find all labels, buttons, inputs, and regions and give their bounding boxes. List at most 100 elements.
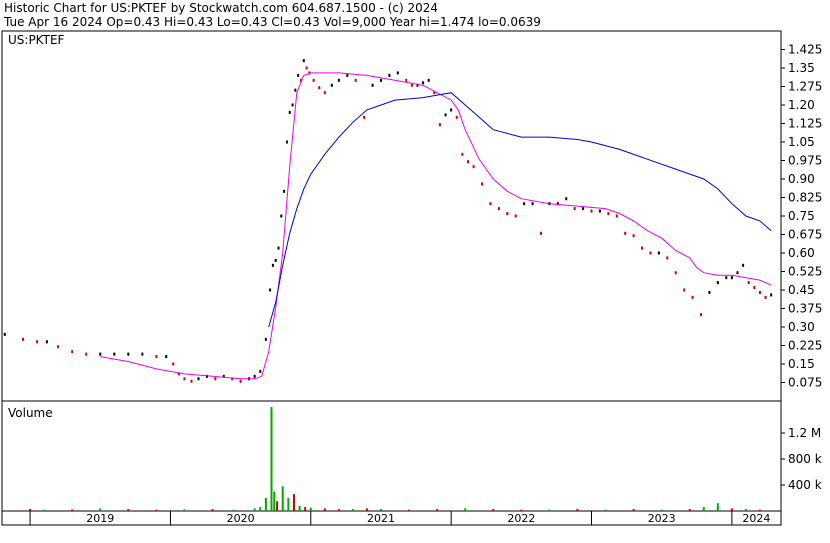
volume-bar — [281, 486, 284, 511]
volume-bar — [365, 508, 368, 511]
price-bar — [736, 271, 739, 275]
price-panel-frame — [1, 30, 782, 402]
price-tick-label: 1.275 — [788, 80, 822, 94]
year-tick-label: 2021 — [367, 512, 395, 525]
price-bar — [514, 214, 517, 218]
price-bar — [363, 115, 366, 119]
price-bar — [141, 352, 144, 356]
year-tick-label: 2023 — [648, 512, 676, 525]
price-bar — [531, 202, 534, 206]
volume-bar — [688, 509, 691, 511]
price-bar — [730, 276, 733, 280]
price-tick-label: 0.075 — [788, 376, 822, 390]
price-tick-label: 0.825 — [788, 191, 822, 205]
price-bar — [277, 246, 280, 250]
volume-tick-label: 1.2 M — [788, 426, 821, 440]
price-bar — [699, 313, 702, 317]
price-bar — [269, 288, 272, 292]
price-bar — [506, 212, 509, 216]
volume-bar — [211, 509, 214, 511]
price-bar — [197, 377, 200, 381]
volume-bar — [632, 509, 635, 511]
price-bar — [22, 337, 25, 341]
volume-axis: 1.2 M 800 k 400 k — [781, 426, 822, 492]
price-bar — [285, 140, 288, 144]
price-bar — [323, 91, 326, 95]
volume-bar — [273, 491, 276, 511]
price-bar — [85, 352, 88, 356]
volume-bar — [99, 508, 102, 511]
price-tick-label: 1.20 — [788, 98, 815, 112]
price-tick-label: 0.90 — [788, 172, 815, 186]
volume-bar — [253, 508, 256, 511]
year-tick-label: 2019 — [86, 512, 114, 525]
price-bar — [716, 281, 719, 285]
price-bar — [657, 251, 660, 255]
volume-bar — [702, 507, 705, 511]
price-bar — [396, 71, 399, 75]
price-bar — [573, 207, 576, 211]
price-bar — [770, 293, 773, 297]
price-tick-label: 1.125 — [788, 117, 822, 131]
price-bar — [683, 288, 686, 292]
volume-bar — [183, 509, 186, 511]
price-bar — [239, 379, 242, 383]
price-bar — [297, 73, 300, 77]
volume-bar — [436, 509, 439, 511]
price-tick-label: 1.35 — [788, 61, 815, 75]
price-bar — [523, 202, 526, 206]
price-bar — [607, 212, 610, 216]
price-bar — [330, 83, 333, 87]
price-bar — [632, 234, 635, 238]
price-axis: 1.425 1.35 1.275 1.20 1.125 1.05 0.975 0.90 0.82… — [781, 43, 822, 390]
year-tick-label: 2024 — [742, 512, 770, 525]
price-bar — [472, 165, 475, 169]
volume-bar — [744, 509, 747, 511]
price-bar — [691, 295, 694, 299]
volume-bar — [758, 509, 761, 511]
volume-bar — [351, 509, 354, 511]
price-bar — [565, 197, 568, 201]
price-tick-label: 0.15 — [788, 357, 815, 371]
price-tick-label: 0.225 — [788, 339, 822, 353]
volume-bar — [232, 509, 235, 511]
price-marks — [3, 59, 773, 383]
price-tick-label: 0.675 — [788, 228, 822, 242]
chart-svg: US:PKTEF Volume 1.4251.351.2751.201.1251… — [1, 30, 822, 526]
price-bar — [444, 113, 447, 117]
price-bar — [461, 152, 464, 156]
volume-bar — [270, 407, 273, 511]
price-bar — [214, 377, 217, 381]
volume-bar — [576, 509, 579, 511]
volume-bar — [520, 509, 523, 511]
volume-bar — [309, 507, 312, 511]
year-tick-label: 2022 — [507, 512, 535, 525]
price-bar — [438, 123, 441, 127]
price-bar — [641, 246, 644, 250]
volume-bar — [304, 507, 307, 511]
price-bar — [305, 66, 308, 70]
price-bar — [582, 207, 585, 211]
price-bar — [283, 189, 286, 193]
price-bar — [590, 209, 593, 213]
price-bar — [57, 345, 60, 349]
price-bar — [450, 108, 453, 112]
price-tick-label: 1.425 — [788, 43, 822, 57]
volume-bar — [43, 509, 46, 511]
symbol-label: US:PKTEF — [8, 33, 65, 47]
volume-tick-label: 800 k — [788, 452, 822, 466]
price-bar — [708, 290, 711, 294]
price-bar — [489, 202, 492, 206]
price-bar — [725, 276, 728, 280]
volume-bar — [492, 509, 495, 511]
price-bar — [388, 73, 391, 77]
price-bar — [3, 332, 6, 336]
volume-bar — [264, 498, 267, 511]
price-bar — [598, 209, 601, 213]
price-bar — [36, 340, 39, 344]
price-bar — [294, 88, 297, 92]
price-bar — [666, 256, 669, 260]
price-bar — [183, 377, 186, 381]
price-bar — [113, 352, 116, 356]
price-bar — [155, 355, 158, 359]
